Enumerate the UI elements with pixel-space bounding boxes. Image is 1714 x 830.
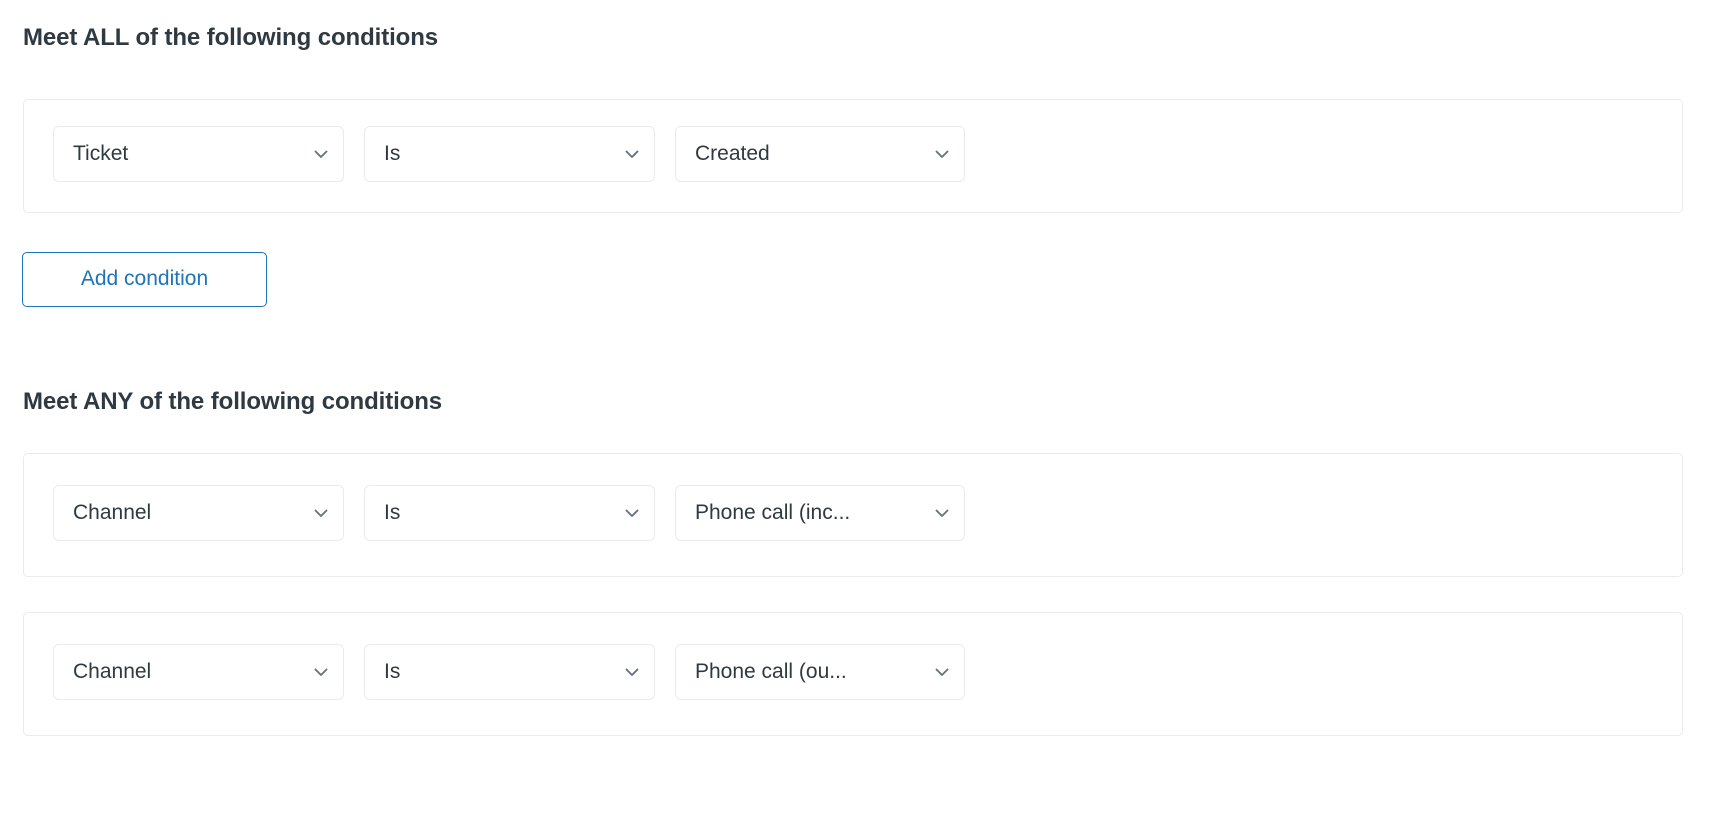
condition-value-value: Created <box>695 142 770 165</box>
condition-operator-value: Is <box>384 501 401 524</box>
any-conditions-heading: Meet ANY of the following conditions <box>23 388 443 415</box>
condition-attribute-value: Ticket <box>73 142 129 165</box>
chevron-down-icon <box>311 503 331 523</box>
condition-value-select[interactable]: Phone call (inc... <box>675 485 965 541</box>
conditions-builder-page: Meet ALL of the following conditions Tic… <box>0 0 1714 830</box>
condition-card-any-1: Channel Is Phone call (inc... <box>23 453 1683 577</box>
chevron-down-icon <box>311 144 331 164</box>
condition-row: Channel Is Phone call (inc... <box>53 485 965 541</box>
add-condition-label: Add condition <box>80 267 209 290</box>
condition-operator-value: Is <box>384 660 401 683</box>
condition-attribute-select[interactable]: Channel <box>53 485 344 541</box>
condition-operator-select[interactable]: Is <box>364 485 655 541</box>
chevron-down-icon <box>622 503 642 523</box>
condition-value-select[interactable]: Created <box>675 126 965 182</box>
condition-row: Ticket Is Created <box>53 126 965 182</box>
condition-attribute-select[interactable]: Ticket <box>53 126 344 182</box>
condition-card-all-1: Ticket Is Created <box>23 99 1683 213</box>
all-conditions-heading: Meet ALL of the following conditions <box>23 24 439 51</box>
condition-row: Channel Is Phone call (ou... <box>53 644 965 700</box>
chevron-down-icon <box>622 144 642 164</box>
condition-attribute-value: Channel <box>73 660 152 683</box>
chevron-down-icon <box>622 662 642 682</box>
chevron-down-icon <box>932 144 952 164</box>
condition-value-value: Phone call (ou... <box>695 660 847 683</box>
chevron-down-icon <box>311 662 331 682</box>
condition-value-select[interactable]: Phone call (ou... <box>675 644 965 700</box>
chevron-down-icon <box>932 503 952 523</box>
condition-attribute-value: Channel <box>73 501 152 524</box>
chevron-down-icon <box>932 662 952 682</box>
add-condition-button[interactable]: Add condition <box>22 252 267 307</box>
condition-card-any-2: Channel Is Phone call (ou... <box>23 612 1683 736</box>
condition-attribute-select[interactable]: Channel <box>53 644 344 700</box>
condition-operator-select[interactable]: Is <box>364 126 655 182</box>
condition-operator-value: Is <box>384 142 401 165</box>
condition-value-value: Phone call (inc... <box>695 501 851 524</box>
condition-operator-select[interactable]: Is <box>364 644 655 700</box>
